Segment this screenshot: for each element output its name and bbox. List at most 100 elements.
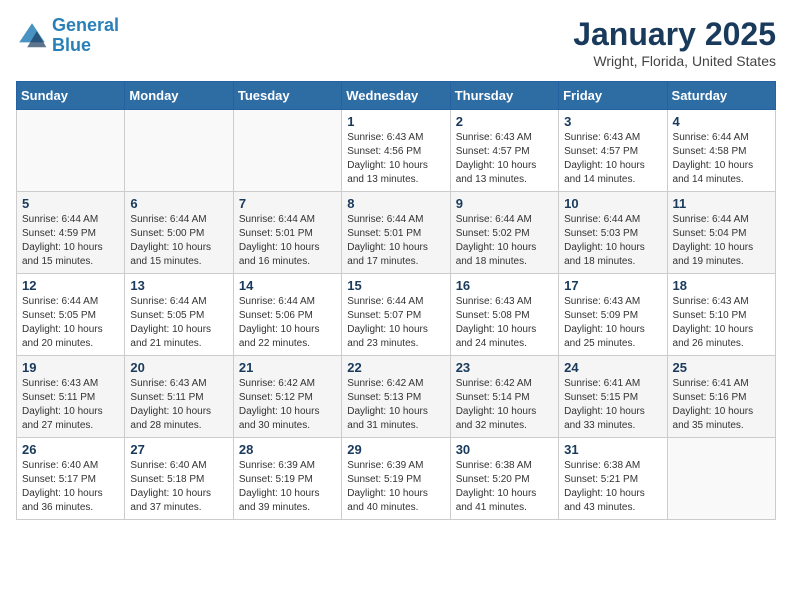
day-info: Sunrise: 6:39 AM Sunset: 5:19 PM Dayligh… bbox=[239, 459, 336, 515]
day-number: 8 bbox=[347, 196, 444, 211]
day-info: Sunrise: 6:44 AM Sunset: 5:05 PM Dayligh… bbox=[22, 295, 119, 351]
day-number: 21 bbox=[239, 360, 336, 375]
day-number: 30 bbox=[456, 442, 553, 457]
day-number: 7 bbox=[239, 196, 336, 211]
calendar-cell bbox=[125, 110, 233, 192]
day-number: 12 bbox=[22, 278, 119, 293]
week-row-2: 12 Sunrise: 6:44 AM Sunset: 5:05 PM Dayli… bbox=[17, 274, 776, 356]
calendar-cell: 13 Sunrise: 6:44 AM Sunset: 5:05 PM Dayli… bbox=[125, 274, 233, 356]
day-info: Sunrise: 6:42 AM Sunset: 5:14 PM Dayligh… bbox=[456, 377, 553, 433]
calendar-cell: 16 Sunrise: 6:43 AM Sunset: 5:08 PM Dayli… bbox=[450, 274, 558, 356]
day-info: Sunrise: 6:43 AM Sunset: 5:10 PM Dayligh… bbox=[673, 295, 770, 351]
day-info: Sunrise: 6:44 AM Sunset: 5:05 PM Dayligh… bbox=[130, 295, 227, 351]
day-number: 9 bbox=[456, 196, 553, 211]
calendar-cell: 1 Sunrise: 6:43 AM Sunset: 4:56 PM Daylig… bbox=[342, 110, 450, 192]
day-number: 14 bbox=[239, 278, 336, 293]
page-header: General Blue January 2025 Wright, Florid… bbox=[16, 16, 776, 69]
day-number: 2 bbox=[456, 114, 553, 129]
calendar-cell: 17Sunrise: 6:43 AM Sunset: 5:09 PM Dayli… bbox=[559, 274, 667, 356]
weekday-header-tuesday: Tuesday bbox=[233, 82, 341, 110]
calendar-cell: 18 Sunrise: 6:43 AM Sunset: 5:10 PM Dayli… bbox=[667, 274, 775, 356]
day-info: Sunrise: 6:44 AM Sunset: 5:03 PM Dayligh… bbox=[564, 213, 661, 269]
day-info: Sunrise: 6:40 AM Sunset: 5:18 PM Dayligh… bbox=[130, 459, 227, 515]
calendar-cell: 27 Sunrise: 6:40 AM Sunset: 5:18 PM Dayli… bbox=[125, 438, 233, 520]
day-info: Sunrise: 6:43 AM Sunset: 5:11 PM Dayligh… bbox=[130, 377, 227, 433]
calendar-cell: 29 Sunrise: 6:39 AM Sunset: 5:19 PM Dayli… bbox=[342, 438, 450, 520]
day-number: 1 bbox=[347, 114, 444, 129]
weekday-header-monday: Monday bbox=[125, 82, 233, 110]
calendar-cell: 20Sunrise: 6:43 AM Sunset: 5:11 PM Dayli… bbox=[125, 356, 233, 438]
calendar-cell: 2 Sunrise: 6:43 AM Sunset: 4:57 PM Daylig… bbox=[450, 110, 558, 192]
calendar-cell: 28Sunrise: 6:39 AM Sunset: 5:19 PM Dayli… bbox=[233, 438, 341, 520]
day-number: 4 bbox=[673, 114, 770, 129]
calendar-cell bbox=[233, 110, 341, 192]
calendar-cell: 6Sunrise: 6:44 AM Sunset: 5:00 PM Daylig… bbox=[125, 192, 233, 274]
day-number: 26 bbox=[22, 442, 119, 457]
calendar-cell: 5Sunrise: 6:44 AM Sunset: 4:59 PM Daylig… bbox=[17, 192, 125, 274]
day-info: Sunrise: 6:43 AM Sunset: 5:08 PM Dayligh… bbox=[456, 295, 553, 351]
day-info: Sunrise: 6:43 AM Sunset: 4:57 PM Dayligh… bbox=[456, 131, 553, 187]
calendar-table: SundayMondayTuesdayWednesdayThursdayFrid… bbox=[16, 81, 776, 520]
day-number: 19 bbox=[22, 360, 119, 375]
day-number: 10 bbox=[564, 196, 661, 211]
day-info: Sunrise: 6:38 AM Sunset: 5:21 PM Dayligh… bbox=[564, 459, 661, 515]
day-number: 25 bbox=[673, 360, 770, 375]
calendar-cell: 7 Sunrise: 6:44 AM Sunset: 5:01 PM Daylig… bbox=[233, 192, 341, 274]
day-number: 16 bbox=[456, 278, 553, 293]
day-info: Sunrise: 6:43 AM Sunset: 4:57 PM Dayligh… bbox=[564, 131, 661, 187]
calendar-cell: 25Sunrise: 6:41 AM Sunset: 5:16 PM Dayli… bbox=[667, 356, 775, 438]
day-number: 13 bbox=[130, 278, 227, 293]
weekday-header-saturday: Saturday bbox=[667, 82, 775, 110]
calendar-cell: 26 Sunrise: 6:40 AM Sunset: 5:17 PM Dayli… bbox=[17, 438, 125, 520]
day-number: 15 bbox=[347, 278, 444, 293]
weekday-header-thursday: Thursday bbox=[450, 82, 558, 110]
calendar-cell: 22 Sunrise: 6:42 AM Sunset: 5:13 PM Dayli… bbox=[342, 356, 450, 438]
calendar-cell: 15 Sunrise: 6:44 AM Sunset: 5:07 PM Dayli… bbox=[342, 274, 450, 356]
weekday-header-friday: Friday bbox=[559, 82, 667, 110]
day-number: 24 bbox=[564, 360, 661, 375]
logo: General Blue bbox=[16, 16, 119, 56]
day-number: 27 bbox=[130, 442, 227, 457]
title-block: January 2025 Wright, Florida, United Sta… bbox=[573, 16, 776, 69]
day-info: Sunrise: 6:42 AM Sunset: 5:13 PM Dayligh… bbox=[347, 377, 444, 433]
day-number: 29 bbox=[347, 442, 444, 457]
calendar-cell bbox=[17, 110, 125, 192]
day-info: Sunrise: 6:42 AM Sunset: 5:12 PM Dayligh… bbox=[239, 377, 336, 433]
day-number: 3 bbox=[564, 114, 661, 129]
day-info: Sunrise: 6:39 AM Sunset: 5:19 PM Dayligh… bbox=[347, 459, 444, 515]
day-info: Sunrise: 6:40 AM Sunset: 5:17 PM Dayligh… bbox=[22, 459, 119, 515]
day-info: Sunrise: 6:44 AM Sunset: 5:01 PM Dayligh… bbox=[239, 213, 336, 269]
logo-line2: Blue bbox=[52, 35, 91, 55]
week-row-1: 5Sunrise: 6:44 AM Sunset: 4:59 PM Daylig… bbox=[17, 192, 776, 274]
day-info: Sunrise: 6:44 AM Sunset: 5:00 PM Dayligh… bbox=[130, 213, 227, 269]
calendar-cell: 31 Sunrise: 6:38 AM Sunset: 5:21 PM Dayli… bbox=[559, 438, 667, 520]
logo-icon bbox=[16, 20, 48, 52]
week-row-0: 1 Sunrise: 6:43 AM Sunset: 4:56 PM Daylig… bbox=[17, 110, 776, 192]
day-info: Sunrise: 6:43 AM Sunset: 4:56 PM Dayligh… bbox=[347, 131, 444, 187]
day-number: 22 bbox=[347, 360, 444, 375]
day-number: 17 bbox=[564, 278, 661, 293]
day-number: 18 bbox=[673, 278, 770, 293]
calendar-cell: 30Sunrise: 6:38 AM Sunset: 5:20 PM Dayli… bbox=[450, 438, 558, 520]
day-info: Sunrise: 6:41 AM Sunset: 5:15 PM Dayligh… bbox=[564, 377, 661, 433]
weekday-header-sunday: Sunday bbox=[17, 82, 125, 110]
logo-line1: General bbox=[52, 15, 119, 35]
location: Wright, Florida, United States bbox=[573, 53, 776, 69]
day-number: 31 bbox=[564, 442, 661, 457]
calendar-cell: 9Sunrise: 6:44 AM Sunset: 5:02 PM Daylig… bbox=[450, 192, 558, 274]
calendar-cell: 8Sunrise: 6:44 AM Sunset: 5:01 PM Daylig… bbox=[342, 192, 450, 274]
calendar-cell: 14 Sunrise: 6:44 AM Sunset: 5:06 PM Dayli… bbox=[233, 274, 341, 356]
month-title: January 2025 bbox=[573, 16, 776, 53]
calendar-cell: 24 Sunrise: 6:41 AM Sunset: 5:15 PM Dayli… bbox=[559, 356, 667, 438]
day-info: Sunrise: 6:44 AM Sunset: 5:06 PM Dayligh… bbox=[239, 295, 336, 351]
calendar-cell: 3 Sunrise: 6:43 AM Sunset: 4:57 PM Daylig… bbox=[559, 110, 667, 192]
week-row-4: 26 Sunrise: 6:40 AM Sunset: 5:17 PM Dayli… bbox=[17, 438, 776, 520]
calendar-cell: 23Sunrise: 6:42 AM Sunset: 5:14 PM Dayli… bbox=[450, 356, 558, 438]
calendar-cell: 12 Sunrise: 6:44 AM Sunset: 5:05 PM Dayli… bbox=[17, 274, 125, 356]
week-row-3: 19 Sunrise: 6:43 AM Sunset: 5:11 PM Dayli… bbox=[17, 356, 776, 438]
weekday-header-wednesday: Wednesday bbox=[342, 82, 450, 110]
day-info: Sunrise: 6:44 AM Sunset: 5:07 PM Dayligh… bbox=[347, 295, 444, 351]
day-info: Sunrise: 6:44 AM Sunset: 4:59 PM Dayligh… bbox=[22, 213, 119, 269]
calendar-cell: 11Sunrise: 6:44 AM Sunset: 5:04 PM Dayli… bbox=[667, 192, 775, 274]
day-info: Sunrise: 6:44 AM Sunset: 5:04 PM Dayligh… bbox=[673, 213, 770, 269]
